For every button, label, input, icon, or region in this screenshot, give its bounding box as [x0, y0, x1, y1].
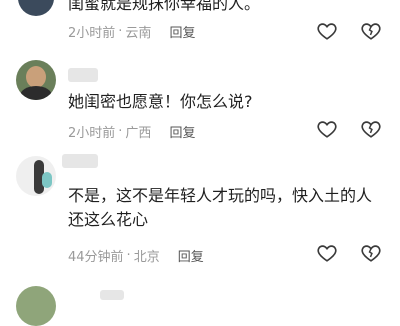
comment-meta: 2小时前 · 广西 回复	[68, 122, 195, 141]
comment-text-line: 不是，这不是年轻人才玩的吗，快入土的人	[68, 186, 373, 205]
comment-location: 广西	[125, 126, 152, 141]
username-blurred[interactable]	[68, 68, 98, 82]
username-blurred[interactable]	[62, 154, 98, 168]
heart-outline-icon[interactable]	[316, 118, 338, 140]
comment-text: 她闺密也愿意！你怎么说?	[68, 92, 253, 111]
comment-item	[0, 282, 400, 326]
reply-button[interactable]: 回复	[169, 122, 195, 141]
comment-time: 2小时前	[68, 126, 116, 141]
broken-heart-icon[interactable]	[360, 118, 382, 140]
avatar[interactable]	[16, 156, 56, 196]
comment-location: 北京	[133, 250, 160, 265]
comment-meta: 44分钟前 · 北京 回复	[68, 246, 204, 265]
comment-meta: 2小时前 · 云南 回复	[68, 22, 195, 41]
comment-item: 不是，这不是年轻人才玩的吗，快入土的人 还这么花心 44分钟前 · 北京 回复	[0, 150, 400, 270]
heart-outline-icon[interactable]	[316, 242, 338, 264]
comment-text-line: 还这么花心	[68, 210, 149, 229]
comment-text: 闺蜜就是规抹你幸福的人。	[68, 0, 261, 13]
comment-time: 44分钟前	[68, 250, 124, 265]
comment-item: 她闺密也愿意！你怎么说? 2小时前 · 广西 回复	[0, 58, 400, 143]
reply-button[interactable]: 回复	[169, 22, 195, 41]
avatar[interactable]	[16, 60, 56, 100]
comment-location: 云南	[125, 26, 152, 41]
username-blurred[interactable]	[100, 290, 124, 300]
avatar[interactable]	[18, 0, 54, 16]
comment-item: 闺蜜就是规抹你幸福的人。 2小时前 · 云南 回复	[0, 0, 400, 45]
separator: ·	[126, 248, 131, 263]
heart-outline-icon[interactable]	[316, 20, 338, 42]
separator: ·	[118, 24, 123, 39]
reply-button[interactable]: 回复	[178, 246, 204, 265]
avatar[interactable]	[16, 286, 56, 326]
broken-heart-icon[interactable]	[360, 242, 382, 264]
comment-text: 不是，这不是年轻人才玩的吗，快入土的人 还这么花心	[68, 184, 372, 232]
comment-time: 2小时前	[68, 26, 116, 41]
broken-heart-icon[interactable]	[360, 20, 382, 42]
separator: ·	[118, 124, 123, 139]
